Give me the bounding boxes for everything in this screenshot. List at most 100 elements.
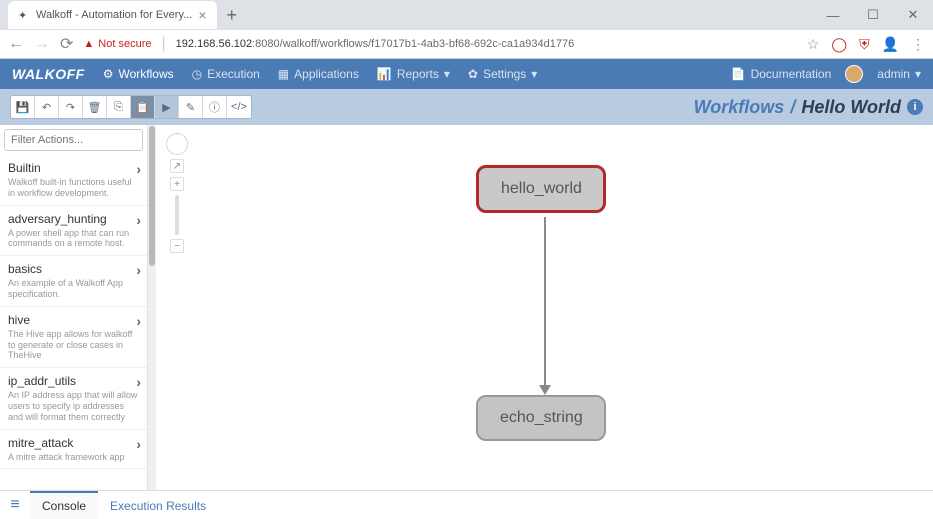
tab-title: Walkoff - Automation for Every...	[36, 9, 192, 21]
action-desc: An IP address app that will allow users …	[8, 390, 139, 422]
app-header: WALKOFF ⚙ Workflows ◷Execution ▦ Applicati…	[0, 59, 933, 89]
chart-icon: 📊	[377, 67, 392, 81]
browser-tab[interactable]: ✦ Walkoff - Automation for Every... ×	[8, 1, 217, 29]
fit-button[interactable]: ↗	[170, 159, 184, 173]
maximize-button[interactable]: ☐	[853, 0, 893, 30]
chevron-right-icon: ›	[136, 262, 141, 278]
workflow-canvas[interactable]: ↗ + − hello_world echo_string	[156, 125, 933, 511]
redo-button[interactable]: ↷	[59, 96, 83, 118]
action-title: Builtin	[8, 161, 139, 175]
doc-icon: 📄	[731, 67, 746, 81]
nav-reports[interactable]: 📊Reports ▾	[377, 67, 450, 81]
nav-execution[interactable]: ◷Execution	[192, 67, 260, 81]
chevron-right-icon: ›	[136, 161, 141, 177]
action-title: mitre_attack	[8, 436, 139, 450]
chevron-right-icon: ›	[136, 374, 141, 390]
nav-documentation[interactable]: 📄 Documentation	[731, 67, 832, 81]
bottom-panel: ≡ Console Execution Results	[0, 490, 933, 518]
arrowhead-icon	[539, 385, 551, 395]
nav-reports-label: Reports	[397, 67, 439, 81]
scrollbar-thumb[interactable]	[149, 126, 155, 266]
extension-icon[interactable]: ◯	[831, 36, 847, 53]
chevron-right-icon: ›	[136, 212, 141, 228]
undo-button[interactable]: ↶	[35, 96, 59, 118]
copy-button[interactable]: ⎘	[107, 96, 131, 118]
url-display[interactable]: 192.168.56.102:8080/walkoff/workflows/f1…	[176, 38, 575, 50]
edge[interactable]	[544, 217, 546, 389]
hamburger-icon[interactable]: ≡	[0, 496, 30, 514]
sidebar-scrollbar[interactable]	[148, 125, 156, 511]
action-desc: A power shell app that can run commands …	[8, 228, 139, 250]
url-port: :8080	[252, 38, 280, 50]
tab-close-icon[interactable]: ×	[198, 7, 206, 23]
actions-sidebar: ›BuiltinWalkoff built-in functions usefu…	[0, 125, 148, 511]
chevron-right-icon: ›	[136, 313, 141, 329]
action-title: basics	[8, 262, 139, 276]
share-icon: ⚙	[103, 67, 114, 81]
forward-button[interactable]: →	[34, 35, 50, 53]
profile-icon[interactable]: 👤	[882, 36, 899, 53]
close-window-button[interactable]: ✕	[893, 0, 933, 30]
delete-button[interactable]: 🗑	[83, 96, 107, 118]
menu-icon[interactable]: ⋮	[911, 36, 925, 53]
action-adversary-hunting[interactable]: ›adversary_hunting A power shell app that…	[0, 206, 147, 257]
action-builtin[interactable]: ›Builtin Walkoff built-in functions usefu…	[0, 155, 147, 206]
editor-toolbar: 💾 ↶ ↷ 🗑 ⎘ 📋 ▶ ✎ ⓘ </> Workflows / Hello …	[0, 89, 933, 125]
clock-icon: ◷	[192, 67, 202, 81]
user-label: admin	[877, 67, 910, 81]
reload-button[interactable]: ⟳	[60, 34, 73, 54]
action-desc: An example of a Walkoff App specificatio…	[8, 278, 139, 300]
node-echo-string[interactable]: echo_string	[476, 395, 606, 441]
action-title: adversary_hunting	[8, 212, 139, 226]
breadcrumb-current: Hello World	[801, 97, 901, 118]
zoom-slider[interactable]	[175, 195, 179, 235]
canvas-controls: ↗ + −	[166, 133, 188, 253]
tab-console[interactable]: Console	[30, 491, 98, 519]
code-button[interactable]: </>	[227, 96, 251, 118]
new-tab-button[interactable]: +	[217, 5, 248, 26]
nav-workflows-label: Workflows	[118, 67, 173, 81]
node-hello-world[interactable]: hello_world	[476, 165, 606, 213]
nav-applications[interactable]: ▦ Applications	[278, 67, 359, 81]
zoom-in-button[interactable]: +	[170, 177, 184, 191]
tab-execution-results[interactable]: Execution Results	[98, 491, 218, 519]
tab-favicon-icon: ✦	[18, 9, 30, 21]
zoom-out-button[interactable]: −	[170, 239, 184, 253]
nav-settings[interactable]: ✿Settings ▾	[468, 67, 537, 81]
grid-icon: ▦	[278, 67, 289, 81]
url-path: /walkoff/workflows/f17017b1-4ab3-bf68-69…	[280, 38, 575, 50]
nav-workflows[interactable]: ⚙ Workflows	[103, 67, 174, 81]
breadcrumb: Workflows / Hello World i	[694, 97, 923, 118]
action-list[interactable]: ›BuiltinWalkoff built-in functions usefu…	[0, 155, 147, 511]
shield-icon[interactable]: ⛨	[859, 36, 870, 53]
security-indicator[interactable]: ▲ Not secure	[83, 38, 151, 50]
action-mitre-attack[interactable]: ›mitre_attackA mitre attack framework ap…	[0, 430, 147, 470]
breadcrumb-root[interactable]: Workflows	[694, 97, 785, 118]
avatar[interactable]	[845, 65, 863, 83]
nav-applications-label: Applications	[294, 67, 359, 81]
paste-button[interactable]: 📋	[131, 96, 155, 118]
action-desc: A mitre attack framework app	[8, 452, 139, 463]
back-button[interactable]: ←	[8, 35, 24, 53]
minimize-button[interactable]: —	[813, 0, 853, 30]
nav-docs-label: Documentation	[751, 67, 832, 81]
run-button[interactable]: ▶	[155, 96, 179, 118]
action-title: ip_addr_utils	[8, 374, 139, 388]
action-title: hive	[8, 313, 139, 327]
action-hive[interactable]: ›hiveThe Hive app allows for walkoff to …	[0, 307, 147, 368]
browser-chrome: ✦ Walkoff - Automation for Every... × + …	[0, 0, 933, 59]
info-icon[interactable]: i	[907, 99, 923, 115]
action-basics[interactable]: ›basics An example of a Walkoff App speci…	[0, 256, 147, 307]
compass-icon[interactable]	[166, 133, 188, 155]
save-button[interactable]: 💾	[11, 96, 35, 118]
user-menu[interactable]: admin ▾	[877, 67, 921, 81]
star-icon[interactable]: ☆	[807, 36, 820, 53]
action-desc: Walkoff built-in functions useful in wor…	[8, 177, 139, 199]
not-secure-label: Not secure	[98, 38, 151, 50]
highlight-button[interactable]: ✎	[179, 96, 203, 118]
action-ip-addr-utils[interactable]: ›ip_addr_utils An IP address app that wil…	[0, 368, 147, 429]
info-button[interactable]: ⓘ	[203, 96, 227, 118]
app-logo: WALKOFF	[12, 66, 85, 82]
filter-actions-input[interactable]	[4, 129, 143, 151]
nav-settings-label: Settings	[483, 67, 526, 81]
